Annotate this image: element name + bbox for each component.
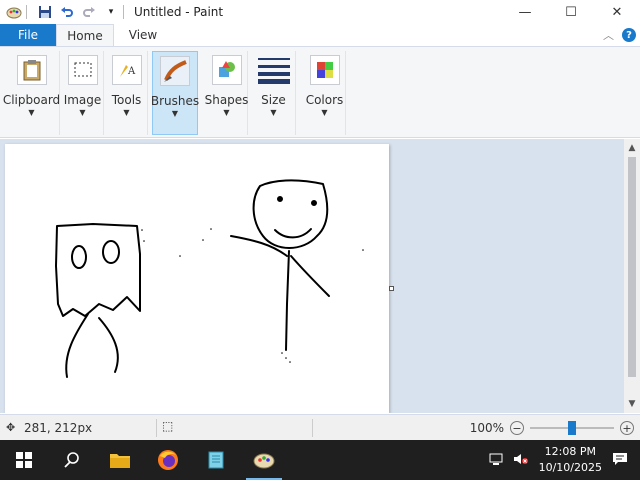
chevron-down-icon: ▼ (123, 108, 130, 117)
colors-icon (309, 55, 340, 85)
save-icon[interactable] (37, 4, 53, 20)
zoom-out-button[interactable]: − (510, 421, 524, 435)
shapes-icon (211, 55, 242, 85)
system-tray: 12:08 PM 10/10/2025 (489, 440, 640, 480)
notifications-icon[interactable] (612, 452, 628, 469)
collapse-ribbon-icon[interactable]: ︿ (603, 27, 614, 43)
quick-access-toolbar: ▾ (0, 0, 128, 24)
canvas-resize-handle[interactable] (389, 286, 394, 291)
zoom-level: 100% (469, 421, 504, 435)
ribbon-group-brushes[interactable]: Brushes ▼ (150, 51, 200, 135)
title-bar: ▾ Untitled - Paint — ☐ ✕ (0, 0, 640, 24)
brushes-icon (160, 56, 190, 86)
redo-icon[interactable] (81, 4, 97, 20)
cursor-coordinates: 281, 212px (24, 420, 93, 435)
ribbon-label: Image (63, 93, 102, 107)
status-bar: ✥ 281, 212px ⬚ 100% − + (0, 414, 640, 440)
size-icon (257, 55, 291, 85)
search-icon[interactable] (48, 440, 96, 480)
file-explorer-icon[interactable] (96, 440, 144, 480)
ribbon-label: Size (261, 93, 286, 107)
close-button[interactable]: ✕ (594, 0, 640, 24)
canvas-workspace (0, 139, 624, 413)
ribbon-group-colors[interactable]: Colors ▼ (304, 51, 346, 135)
start-icon[interactable] (0, 440, 48, 480)
clock-time: 12:08 PM (544, 445, 596, 458)
image-select-icon (67, 55, 98, 85)
zoom-in-button[interactable]: + (620, 421, 634, 435)
maximize-button[interactable]: ☐ (548, 0, 594, 24)
ribbon-label: Clipboard (2, 93, 61, 107)
volume-muted-icon[interactable] (513, 452, 529, 469)
chevron-down-icon: ▼ (171, 109, 179, 118)
minimize-button[interactable]: — (502, 0, 548, 24)
ribbon-group-clipboard[interactable]: Clipboard ▼ (2, 51, 61, 135)
customize-toolbar-icon[interactable]: ▾ (103, 4, 119, 20)
divider (156, 419, 157, 437)
tab-home[interactable]: Home (56, 24, 114, 46)
chevron-down-icon: ▼ (79, 108, 86, 117)
clock[interactable]: 12:08 PM 10/10/2025 (539, 444, 602, 476)
zoom-slider[interactable] (530, 421, 614, 435)
tab-view[interactable]: View (114, 24, 172, 46)
scroll-down-icon[interactable]: ▼ (624, 397, 640, 411)
ribbon-group-shapes[interactable]: Shapes ▼ (204, 51, 249, 135)
ribbon-label: Tools (111, 93, 142, 107)
scroll-up-icon[interactable]: ▲ (624, 141, 640, 155)
cursor-position-icon: ✥ (6, 421, 16, 434)
firefox-icon[interactable] (144, 440, 192, 480)
drawing-canvas[interactable] (5, 144, 389, 413)
notepad-icon[interactable] (192, 440, 240, 480)
ribbon-group-size[interactable]: Size ▼ (252, 51, 296, 135)
separator (26, 5, 27, 19)
chevron-down-icon: ▼ (223, 108, 230, 117)
ribbon-group-image[interactable]: Image ▼ (62, 51, 104, 135)
svg-text:A: A (127, 66, 136, 77)
ribbon-label: Colors (305, 93, 344, 107)
help-icon[interactable]: ? (622, 28, 636, 42)
ribbon-group-tools[interactable]: A Tools ▼ (106, 51, 148, 135)
taskbar: 12:08 PM 10/10/2025 (0, 440, 640, 480)
chevron-down-icon: ▼ (270, 108, 277, 117)
chevron-down-icon: ▼ (321, 108, 328, 117)
vertical-scrollbar[interactable]: ▲ ▼ (624, 139, 640, 413)
clock-date: 10/10/2025 (538, 461, 602, 474)
scrollbar-thumb[interactable] (628, 157, 636, 377)
clipboard-icon (16, 55, 47, 85)
paint-icon[interactable] (240, 440, 288, 480)
separator (123, 5, 124, 19)
selection-size-icon: ⬚ (162, 419, 174, 433)
ribbon-label: Brushes (150, 94, 200, 108)
undo-icon[interactable] (59, 4, 75, 20)
ribbon-label: Shapes (204, 93, 249, 107)
tab-file[interactable]: File (0, 24, 56, 46)
tools-icon: A (111, 55, 142, 85)
divider (312, 419, 313, 437)
zoom-controls: 100% − + (470, 415, 640, 441)
window-title: Untitled - Paint (134, 5, 224, 19)
paint-app-icon[interactable] (6, 4, 22, 20)
zoom-slider-knob[interactable] (568, 421, 576, 435)
chevron-down-icon: ▼ (28, 108, 35, 117)
network-icon[interactable] (489, 452, 505, 469)
drawing (55, 179, 364, 378)
ribbon: Clipboard ▼ Image ▼ A Tools ▼ Brushes ▼ … (0, 46, 640, 138)
ribbon-tabs: File Home View ︿ ? (0, 24, 640, 46)
